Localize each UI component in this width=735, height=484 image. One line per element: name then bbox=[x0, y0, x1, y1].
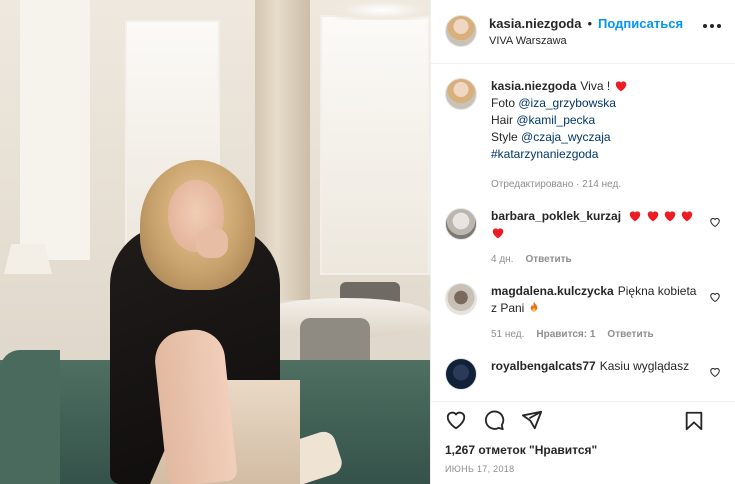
mention-link[interactable]: @czaja_wyczaja bbox=[521, 130, 611, 144]
caption-text: kasia.niezgoda Viva ! Foto @iza_grzybowsk… bbox=[491, 78, 703, 163]
commenter-avatar[interactable] bbox=[445, 282, 477, 315]
comment-text: magdalena.kulczycka Piękna kobieta z Pani bbox=[491, 283, 703, 317]
fire-emoji-icon bbox=[528, 301, 540, 314]
comment-item: magdalena.kulczycka Piękna kobieta z Pani… bbox=[445, 282, 721, 340]
commenter-username[interactable]: royalbengalcats77 bbox=[491, 359, 596, 373]
follow-button[interactable]: Подписаться bbox=[598, 16, 683, 31]
comments-list: kasia.niezgoda Viva ! Foto @iza_grzybowsk… bbox=[431, 64, 735, 402]
caption-line1: Viva ! bbox=[580, 78, 611, 93]
comment-item: royalbengalcats77 Kasiu wyglądasz bbox=[445, 357, 721, 390]
caption-line3-prefix: Hair bbox=[491, 112, 517, 127]
comment-likes[interactable]: Нравится: 1 bbox=[536, 329, 595, 340]
woman-hand bbox=[196, 228, 228, 258]
commenter-username[interactable]: magdalena.kulczycka bbox=[491, 284, 614, 298]
author-row: kasia.niezgoda • Подписаться bbox=[489, 16, 683, 31]
author-info: kasia.niezgoda • Подписаться VIVA Warsza… bbox=[489, 16, 683, 47]
instagram-post: kasia.niezgoda • Подписаться VIVA Warsza… bbox=[0, 0, 735, 484]
author-username[interactable]: kasia.niezgoda bbox=[489, 16, 581, 31]
comment-item: barbara_poklek_kurzaj 4 дн. Ответить bbox=[445, 207, 721, 265]
post-header: kasia.niezgoda • Подписаться VIVA Warsza… bbox=[431, 0, 735, 64]
like-icon[interactable] bbox=[445, 409, 469, 433]
comment-meta: 4 дн. Ответить bbox=[491, 254, 703, 265]
caption-avatar[interactable] bbox=[445, 77, 477, 110]
heart-emoji-icon bbox=[680, 209, 694, 222]
commenter-username[interactable]: barbara_poklek_kurzaj bbox=[491, 209, 621, 223]
comment-time[interactable]: 51 нед. bbox=[491, 329, 524, 340]
separator-dot: • bbox=[587, 15, 593, 31]
edited-label: Отредактировано · 214 нед. bbox=[491, 178, 622, 190]
author-avatar[interactable] bbox=[445, 15, 477, 48]
comment-text: barbara_poklek_kurzaj bbox=[491, 208, 703, 242]
heart-emoji-icon bbox=[614, 79, 628, 92]
reply-button[interactable]: Ответить bbox=[607, 329, 653, 340]
heart-emoji-icon bbox=[646, 209, 660, 222]
post-photo[interactable] bbox=[0, 0, 430, 484]
wall-arch bbox=[20, 0, 90, 260]
comment-meta: 51 нед. Нравится: 1 Ответить bbox=[491, 329, 703, 340]
save-icon[interactable] bbox=[683, 410, 707, 434]
mention-link[interactable]: @iza_grzybowska bbox=[518, 96, 616, 110]
chandelier bbox=[335, 0, 430, 20]
mention-link[interactable]: @kamil_pecka bbox=[516, 113, 595, 127]
action-bar bbox=[431, 401, 735, 438]
caption-line2-prefix: Foto bbox=[491, 95, 519, 110]
commenter-avatar[interactable] bbox=[445, 207, 477, 240]
window-right bbox=[320, 15, 430, 275]
hashtag-link[interactable]: #katarzynaniezgoda bbox=[491, 147, 598, 161]
reply-button[interactable]: Ответить bbox=[525, 254, 571, 265]
heart-emoji-icon bbox=[663, 209, 677, 222]
comment-text: royalbengalcats77 Kasiu wyglądasz bbox=[491, 358, 703, 375]
post-location[interactable]: VIVA Warszawa bbox=[489, 35, 683, 47]
sofa-arm bbox=[0, 350, 60, 484]
post-side-panel: kasia.niezgoda • Подписаться VIVA Warsza… bbox=[430, 0, 735, 484]
comment-like-icon[interactable] bbox=[709, 216, 721, 228]
comment-time[interactable]: 4 дн. bbox=[491, 254, 513, 265]
heart-emoji-icon bbox=[491, 226, 505, 239]
caption-username[interactable]: kasia.niezgoda bbox=[491, 79, 576, 93]
share-icon[interactable] bbox=[521, 409, 545, 433]
commenter-avatar[interactable] bbox=[445, 357, 477, 390]
likes-count[interactable]: 1,267 отметок "Нравится" bbox=[431, 439, 735, 461]
post-date[interactable]: ИЮНЬ 17, 2018 bbox=[431, 460, 735, 484]
caption-meta: Отредактировано · 214 нед. bbox=[491, 179, 703, 190]
comment-like-icon[interactable] bbox=[709, 291, 721, 303]
heart-emoji-icon bbox=[628, 209, 642, 222]
more-options-icon[interactable] bbox=[703, 24, 721, 28]
caption-line4-prefix: Style bbox=[491, 129, 522, 144]
comment-body: Kasiu wyglądasz bbox=[599, 358, 690, 373]
caption: kasia.niezgoda Viva ! Foto @iza_grzybowsk… bbox=[445, 77, 721, 190]
comment-icon[interactable] bbox=[483, 409, 507, 433]
comment-like-icon[interactable] bbox=[709, 366, 721, 378]
lamp bbox=[4, 244, 52, 274]
